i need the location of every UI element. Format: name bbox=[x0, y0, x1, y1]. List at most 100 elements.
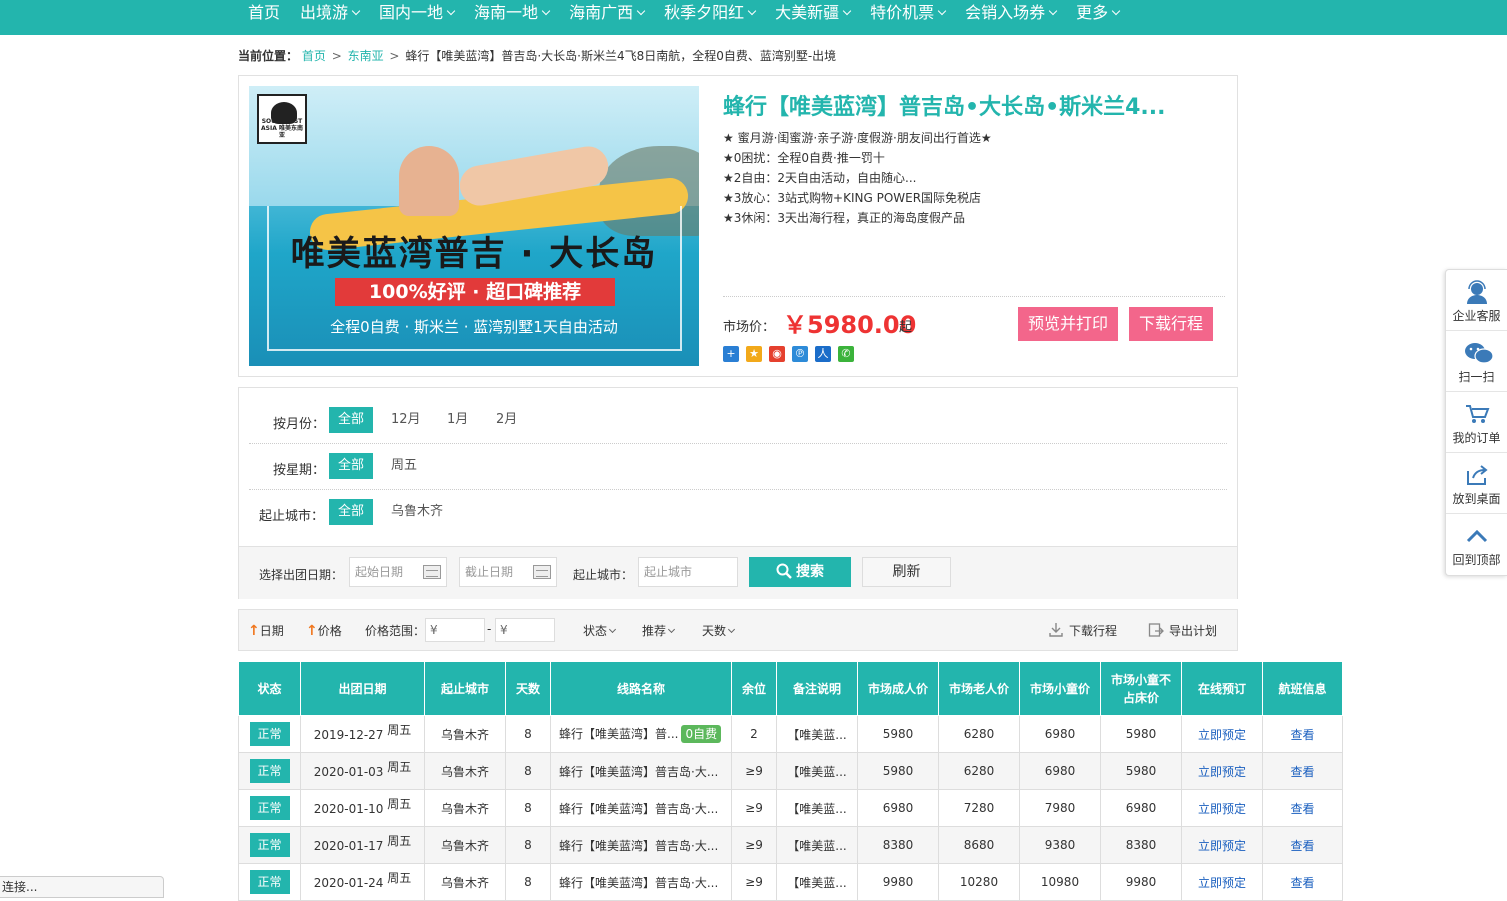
flight-info-link[interactable]: 查看 bbox=[1290, 728, 1314, 742]
book-now-link[interactable]: 立即预定 bbox=[1198, 728, 1246, 742]
end-date-input[interactable]: 截止日期 bbox=[459, 557, 557, 587]
seats: ≥9 bbox=[745, 801, 763, 815]
filter-city-all[interactable]: 全部 bbox=[329, 499, 374, 525]
days: 8 bbox=[524, 764, 532, 778]
nav-item[interactable]: 首页 bbox=[238, 0, 290, 35]
cell-status: 正常 bbox=[238, 826, 301, 864]
banner-headline: 唯美蓝湾普吉 · 大长岛 bbox=[290, 234, 658, 274]
sidebar-item-label: 放到桌面 bbox=[1452, 492, 1501, 506]
filter-month-12[interactable]: 12月 bbox=[382, 407, 430, 433]
product-summary: SOUTHEAST ASIA 唯美东南亚 唯美蓝湾普吉 · 大长岛 100%好评… bbox=[238, 75, 1238, 377]
note: 【唯美蓝... bbox=[787, 727, 847, 742]
sidebar-item[interactable]: 我的订单 bbox=[1446, 392, 1507, 453]
filter-month-all[interactable]: 全部 bbox=[329, 407, 374, 433]
breadcrumb-category-link[interactable]: 东南亚 bbox=[348, 49, 384, 63]
cell-city: 乌鲁木齐 bbox=[424, 863, 506, 901]
download-plan-link[interactable]: 下载行程 bbox=[1048, 622, 1117, 639]
export-plan-link[interactable]: 导出计划 bbox=[1148, 622, 1217, 639]
book-now-link[interactable]: 立即预定 bbox=[1198, 839, 1246, 853]
nav-item[interactable]: 出境游 bbox=[290, 0, 369, 35]
city-search-input[interactable]: 起止城市 bbox=[638, 557, 738, 587]
sort-bar: ↑日期 ↑价格 价格范围： ¥ - ¥ 状态 推荐 天数 下载行程 导出计划 bbox=[238, 609, 1238, 651]
start-date-input[interactable]: 起始日期 bbox=[349, 557, 447, 587]
child-nobed-price: 8380 bbox=[1125, 838, 1157, 852]
nav-item[interactable]: 海南广西 bbox=[559, 0, 654, 35]
child-price: 6980 bbox=[1044, 727, 1076, 741]
seats: ≥9 bbox=[745, 764, 763, 778]
share-wechat-icon[interactable]: ✆ bbox=[838, 346, 854, 362]
route-name-link[interactable]: 蜂行【唯美蓝湾】普吉岛·大... bbox=[559, 839, 718, 853]
product-banner-image[interactable]: SOUTHEAST ASIA 唯美东南亚 唯美蓝湾普吉 · 大长岛 100%好评… bbox=[249, 86, 699, 366]
filter-week-all[interactable]: 全部 bbox=[329, 453, 374, 479]
search-button[interactable]: 搜索 bbox=[749, 557, 851, 587]
nav-item-label: 海南一地 bbox=[474, 3, 539, 22]
cell-days: 8 bbox=[505, 826, 551, 864]
flight-info-link[interactable]: 查看 bbox=[1290, 839, 1314, 853]
cell-route-name: 蜂行【唯美蓝湾】普... 0自费 bbox=[550, 715, 732, 753]
book-now-link[interactable]: 立即预定 bbox=[1198, 802, 1246, 816]
nav-item[interactable]: 会销入场券 bbox=[955, 0, 1066, 35]
sidebar-item[interactable]: 放到桌面 bbox=[1446, 453, 1507, 514]
refresh-button[interactable]: 刷新 bbox=[862, 557, 951, 587]
route-name-link[interactable]: 蜂行【唯美蓝湾】普吉岛·大... bbox=[559, 802, 718, 816]
table-row: 正常 2019-12-27 周五 乌鲁木齐 8 蜂行【唯美蓝湾】普... 0自费 2 【唯美蓝… bbox=[238, 715, 1343, 753]
filter-city-urumqi[interactable]: 乌鲁木齐 bbox=[382, 499, 452, 525]
note: 【唯美蓝... bbox=[787, 875, 847, 890]
sort-date-label: 日期 bbox=[259, 624, 284, 638]
breadcrumb-home-link[interactable]: 首页 bbox=[302, 49, 326, 63]
route-name-link[interactable]: 蜂行【唯美蓝湾】普... bbox=[559, 727, 678, 741]
flight-info-link[interactable]: 查看 bbox=[1290, 765, 1314, 779]
sidebar-item[interactable]: 企业客服 bbox=[1446, 270, 1507, 331]
price-min-input[interactable]: ¥ bbox=[425, 618, 485, 642]
sidebar-item[interactable]: 扫一扫 bbox=[1446, 331, 1507, 392]
nav-item[interactable]: 国内一地 bbox=[369, 0, 464, 35]
filter-week-fri[interactable]: 周五 bbox=[382, 453, 426, 479]
download-itinerary-button[interactable]: 下载行程 bbox=[1129, 307, 1213, 341]
cell-child-price: 6980 bbox=[1019, 752, 1101, 790]
preview-print-button[interactable]: 预览并打印 bbox=[1018, 307, 1118, 341]
nav-item[interactable]: 海南一地 bbox=[464, 0, 559, 35]
flight-info-link[interactable]: 查看 bbox=[1290, 802, 1314, 816]
cell-seats: ≥9 bbox=[731, 863, 777, 901]
share-tencent-icon[interactable]: ℗ bbox=[792, 346, 808, 362]
end-date-placeholder: 截止日期 bbox=[465, 565, 514, 579]
flight-info-link[interactable]: 查看 bbox=[1290, 876, 1314, 890]
sort-by-price[interactable]: ↑价格 bbox=[306, 622, 342, 639]
nav-item[interactable]: 秋季夕阳红 bbox=[654, 0, 765, 35]
sidebar-item[interactable]: 回到顶部 bbox=[1446, 514, 1507, 575]
share-weibo-icon[interactable]: ◉ bbox=[769, 346, 785, 362]
nav-item[interactable]: 大美新疆 bbox=[765, 0, 860, 35]
sort-by-date[interactable]: ↑日期 bbox=[248, 622, 284, 639]
nav-item-label: 会销入场券 bbox=[965, 3, 1046, 22]
weekday: 周五 bbox=[387, 870, 412, 885]
date-range-label: 选择出团日期： bbox=[259, 568, 344, 582]
price-max-input[interactable]: ¥ bbox=[495, 618, 555, 642]
recommend-dropdown[interactable]: 推荐 bbox=[642, 622, 676, 639]
column-header: 市场小童价 bbox=[1019, 661, 1101, 716]
nav-item[interactable]: 更多 bbox=[1066, 0, 1129, 35]
days-dropdown[interactable]: 天数 bbox=[702, 622, 736, 639]
status-dropdown[interactable]: 状态 bbox=[583, 622, 617, 639]
calendar-icon[interactable] bbox=[423, 565, 441, 579]
nav-item[interactable]: 特价机票 bbox=[860, 0, 955, 35]
download-plan-label: 下载行程 bbox=[1069, 624, 1118, 638]
child-nobed-price: 5980 bbox=[1125, 764, 1157, 778]
nav-item-label: 特价机票 bbox=[870, 3, 935, 22]
filter-month-2[interactable]: 2月 bbox=[487, 407, 526, 433]
share-renren-icon[interactable]: 人 bbox=[815, 346, 831, 362]
column-header: 市场老人价 bbox=[938, 661, 1020, 716]
customer-service-icon bbox=[1464, 280, 1490, 304]
book-now-link[interactable]: 立即预定 bbox=[1198, 765, 1246, 779]
share-qzone-icon[interactable]: ★ bbox=[746, 346, 762, 362]
calendar-icon[interactable] bbox=[533, 565, 551, 579]
wechat-icon bbox=[1464, 341, 1494, 365]
city: 乌鲁木齐 bbox=[440, 801, 489, 816]
route-name-link[interactable]: 蜂行【唯美蓝湾】普吉岛·大... bbox=[559, 765, 718, 779]
route-name-link[interactable]: 蜂行【唯美蓝湾】普吉岛·大... bbox=[559, 876, 718, 890]
book-now-link[interactable]: 立即预定 bbox=[1198, 876, 1246, 890]
filter-month-1[interactable]: 1月 bbox=[438, 407, 477, 433]
cell-child-price: 10980 bbox=[1019, 863, 1101, 901]
senior-price: 10280 bbox=[959, 875, 999, 889]
child-price: 6980 bbox=[1044, 764, 1076, 778]
share-more-icon[interactable]: + bbox=[723, 346, 739, 362]
